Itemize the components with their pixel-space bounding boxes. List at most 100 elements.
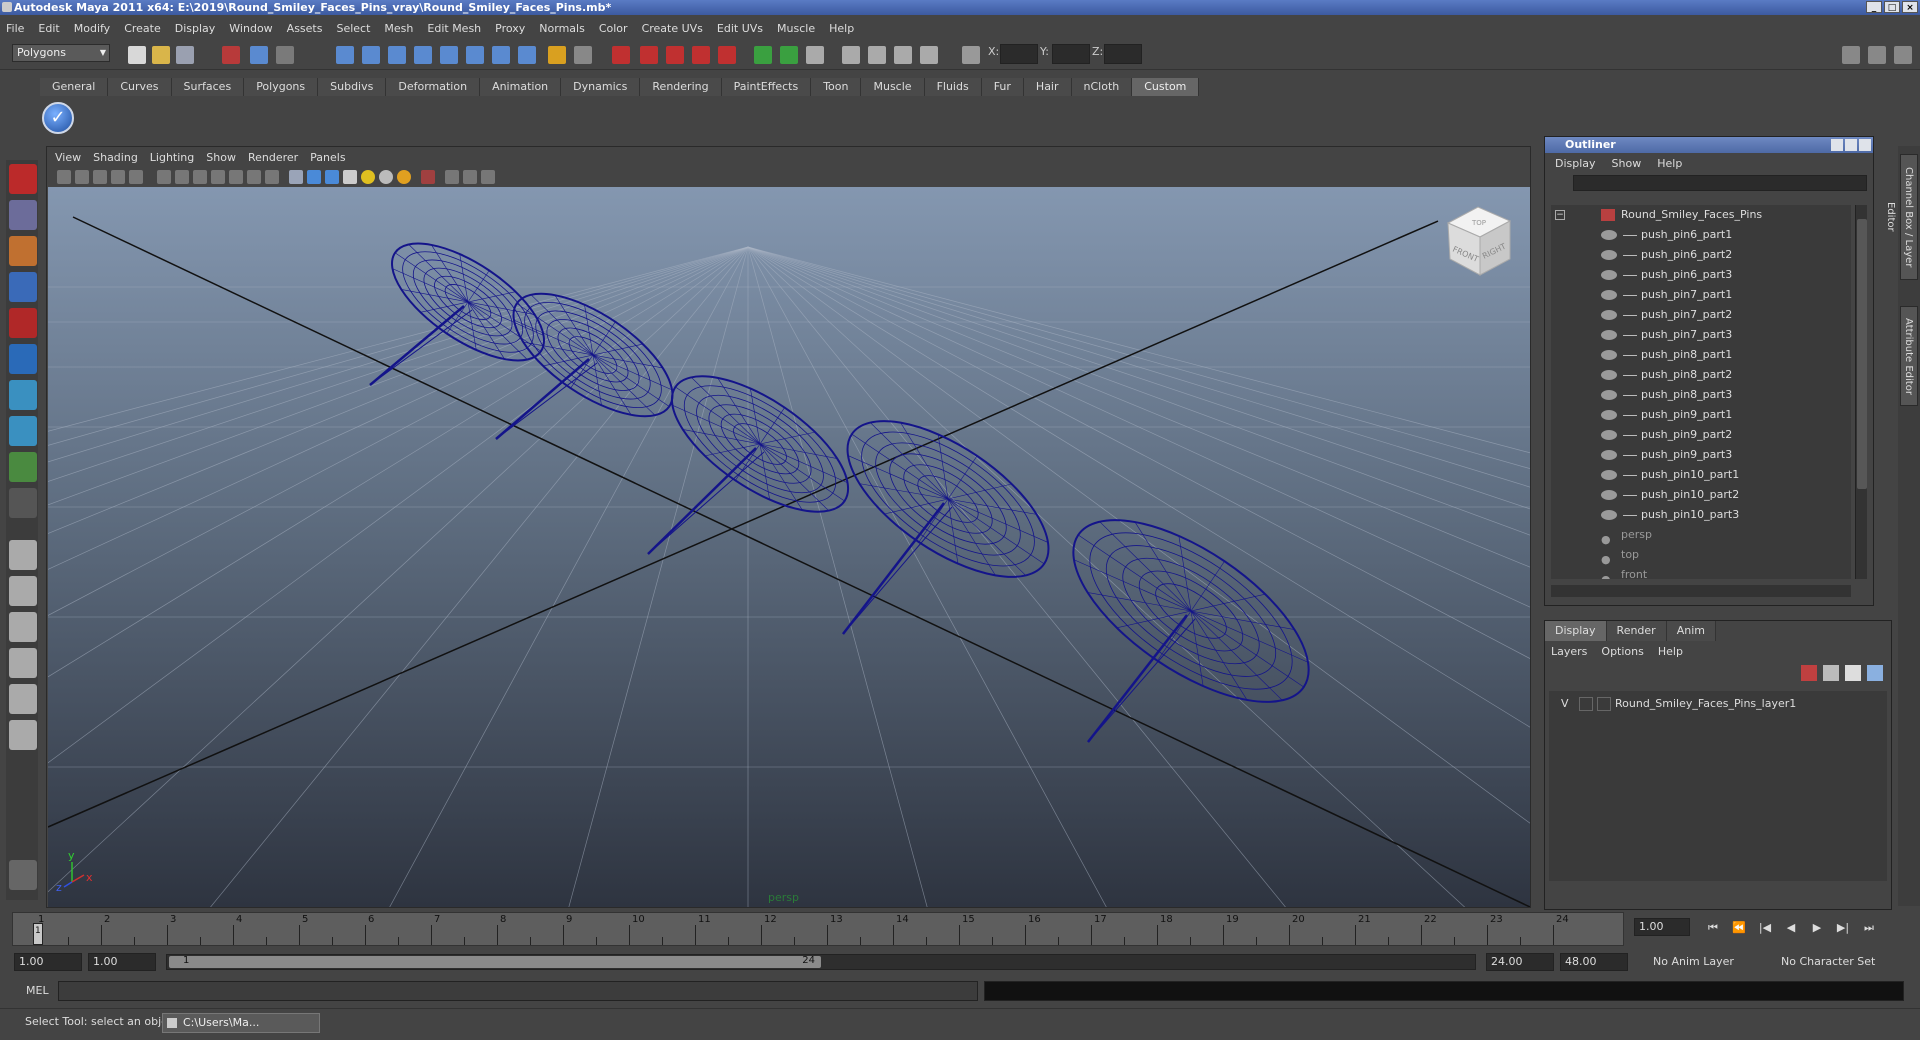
camera-attributes-icon[interactable] — [57, 170, 71, 184]
xray-joints-icon[interactable] — [463, 170, 477, 184]
new-scene-icon[interactable] — [128, 46, 146, 64]
menu-muscle[interactable]: Muscle — [777, 22, 815, 35]
go-to-end-icon[interactable]: ⏭ — [1856, 918, 1882, 938]
field-chart-icon[interactable] — [229, 170, 243, 184]
outliner-item-row[interactable]: push_pin7_part1 — [1551, 285, 1841, 305]
magnet-curve-icon[interactable] — [640, 46, 658, 64]
move-down-layer-icon[interactable] — [1867, 665, 1883, 681]
safe-title-icon[interactable] — [265, 170, 279, 184]
magnet-point-icon[interactable] — [666, 46, 684, 64]
viewport-menu-renderer[interactable]: Renderer — [248, 149, 298, 167]
outliner-item-row[interactable]: push_pin8_part1 — [1551, 345, 1841, 365]
history-icon[interactable] — [492, 46, 510, 64]
gate-mask-icon[interactable] — [211, 170, 225, 184]
shelf-tab-custom[interactable]: Custom — [1132, 78, 1200, 96]
outliner-list[interactable]: − Round_Smiley_Faces_Pins push_pin6_part… — [1551, 205, 1851, 579]
menu-create-uvs[interactable]: Create UVs — [642, 22, 703, 35]
layer-menu-layers[interactable]: Layers — [1551, 645, 1587, 658]
outliner-item-row[interactable]: push_pin9_part3 — [1551, 445, 1841, 465]
magnet-plane-icon[interactable] — [692, 46, 710, 64]
render-settings-icon[interactable] — [842, 46, 860, 64]
wireframe-icon[interactable] — [289, 170, 303, 184]
character-set-dropdown[interactable]: No Character Set — [1776, 953, 1896, 971]
viewport-menu-shading[interactable]: Shading — [93, 149, 138, 167]
layer-tab-render[interactable]: Render — [1606, 621, 1667, 641]
viewport-menu-view[interactable]: View — [55, 149, 81, 167]
safe-action-icon[interactable] — [247, 170, 261, 184]
layer-row[interactable]: V Round_Smiley_Faces_Pins_layer1 — [1553, 695, 1883, 713]
step-back-frame-icon[interactable]: |◀ — [1752, 918, 1778, 938]
viewport-menu-show[interactable]: Show — [206, 149, 236, 167]
layer-tab-display[interactable]: Display — [1545, 621, 1607, 641]
shelf-tab-animation[interactable]: Animation — [480, 78, 562, 96]
shelf-tab-fluids[interactable]: Fluids — [924, 78, 982, 96]
grease-pencil-icon[interactable] — [129, 170, 143, 184]
toggle-attribute-editor-icon[interactable] — [1868, 46, 1886, 64]
camera-bookmark-icon[interactable] — [75, 170, 89, 184]
tab-attribute-editor[interactable]: Attribute Editor — [1900, 306, 1918, 406]
shelf-tab-general[interactable]: General — [40, 78, 109, 96]
open-scene-icon[interactable] — [152, 46, 170, 64]
outliner-item-row[interactable]: push_pin10_part3 — [1551, 505, 1841, 525]
magnet-icon[interactable] — [612, 46, 630, 64]
outliner-menu-show[interactable]: Show — [1612, 157, 1642, 170]
uv-layout-icon[interactable] — [9, 720, 37, 750]
hypershade-layout-icon[interactable] — [9, 684, 37, 714]
play-forward-icon[interactable]: ▶ — [1804, 918, 1830, 938]
menu-color[interactable]: Color — [599, 22, 628, 35]
mel-label[interactable]: MEL — [26, 984, 49, 997]
show-manipulator-icon[interactable] — [9, 452, 37, 482]
select-arrow-icon[interactable] — [9, 164, 37, 194]
shelf-tab-muscle[interactable]: Muscle — [861, 78, 925, 96]
snap-surface-icon[interactable] — [440, 46, 458, 64]
outliner-item-row[interactable]: push_pin7_part3 — [1551, 325, 1841, 345]
xray-icon[interactable] — [445, 170, 459, 184]
shelf-tab-toon[interactable]: Toon — [811, 78, 862, 96]
script-editor-icon[interactable] — [9, 860, 37, 890]
layer-playback-toggle[interactable] — [1579, 697, 1593, 711]
select-hierarchy-icon[interactable] — [222, 46, 240, 64]
render-view-icon[interactable] — [894, 46, 912, 64]
animation-end-field[interactable]: 48.00 — [1560, 953, 1628, 971]
menu-create[interactable]: Create — [124, 22, 161, 35]
toggle-channel-box-icon[interactable] — [1894, 46, 1912, 64]
move-up-layer-icon[interactable] — [1845, 665, 1861, 681]
time-slider[interactable]: 1 2 3 4 5 6 7 8 9 10 11 12 13 14 15 16 17 18 19 20 21 22 23 24 1 — [12, 912, 1624, 946]
animation-start-field[interactable]: 1.00 — [14, 953, 82, 971]
menu-edit-mesh[interactable]: Edit Mesh — [427, 22, 481, 35]
step-back-key-icon[interactable]: ⏪ — [1726, 918, 1752, 938]
outliner-root-row[interactable]: − Round_Smiley_Faces_Pins — [1551, 205, 1841, 225]
outliner-item-row[interactable]: push_pin10_part1 — [1551, 465, 1841, 485]
outliner-item-row[interactable]: push_pin7_part2 — [1551, 305, 1841, 325]
step-forward-frame-icon[interactable]: ▶| — [1830, 918, 1856, 938]
shelf-tab-polygons[interactable]: Polygons — [244, 78, 319, 96]
maximize-button[interactable]: □ — [1884, 1, 1900, 13]
snap-grid-icon[interactable] — [336, 46, 354, 64]
playback-start-field[interactable]: 1.00 — [88, 953, 156, 971]
outliner-minimize-button[interactable] — [1831, 139, 1843, 151]
xray-components-icon[interactable] — [481, 170, 495, 184]
image-plane-icon[interactable] — [93, 170, 107, 184]
grid-icon[interactable] — [157, 170, 171, 184]
outliner-menu-display[interactable]: Display — [1555, 157, 1596, 170]
snap-plane-icon[interactable] — [414, 46, 432, 64]
shelf-tab-dynamics[interactable]: Dynamics — [561, 78, 641, 96]
render-region-icon[interactable] — [754, 46, 772, 64]
play-backward-icon[interactable]: ◀ — [1778, 918, 1804, 938]
menu-assets[interactable]: Assets — [287, 22, 323, 35]
help-icon[interactable] — [518, 46, 536, 64]
3d-viewport[interactable]: FRONT RIGHT TOP y x z persp — [48, 187, 1530, 907]
lock-icon[interactable] — [548, 46, 566, 64]
shelf-tab-hair[interactable]: Hair — [1023, 78, 1072, 96]
menu-file[interactable]: File — [6, 22, 24, 35]
outliner-item-row[interactable]: push_pin10_part2 — [1551, 485, 1841, 505]
select-object-icon[interactable] — [250, 46, 268, 64]
scale-icon[interactable] — [9, 344, 37, 374]
wireframe-on-shaded-icon[interactable] — [325, 170, 339, 184]
shelf-tab-ncloth[interactable]: nCloth — [1071, 78, 1133, 96]
select-component-icon[interactable] — [276, 46, 294, 64]
outliner-item-row[interactable]: push_pin9_part2 — [1551, 425, 1841, 445]
move-icon[interactable] — [9, 272, 37, 302]
menu-edit-uvs[interactable]: Edit UVs — [717, 22, 763, 35]
menu-display[interactable]: Display — [175, 22, 216, 35]
